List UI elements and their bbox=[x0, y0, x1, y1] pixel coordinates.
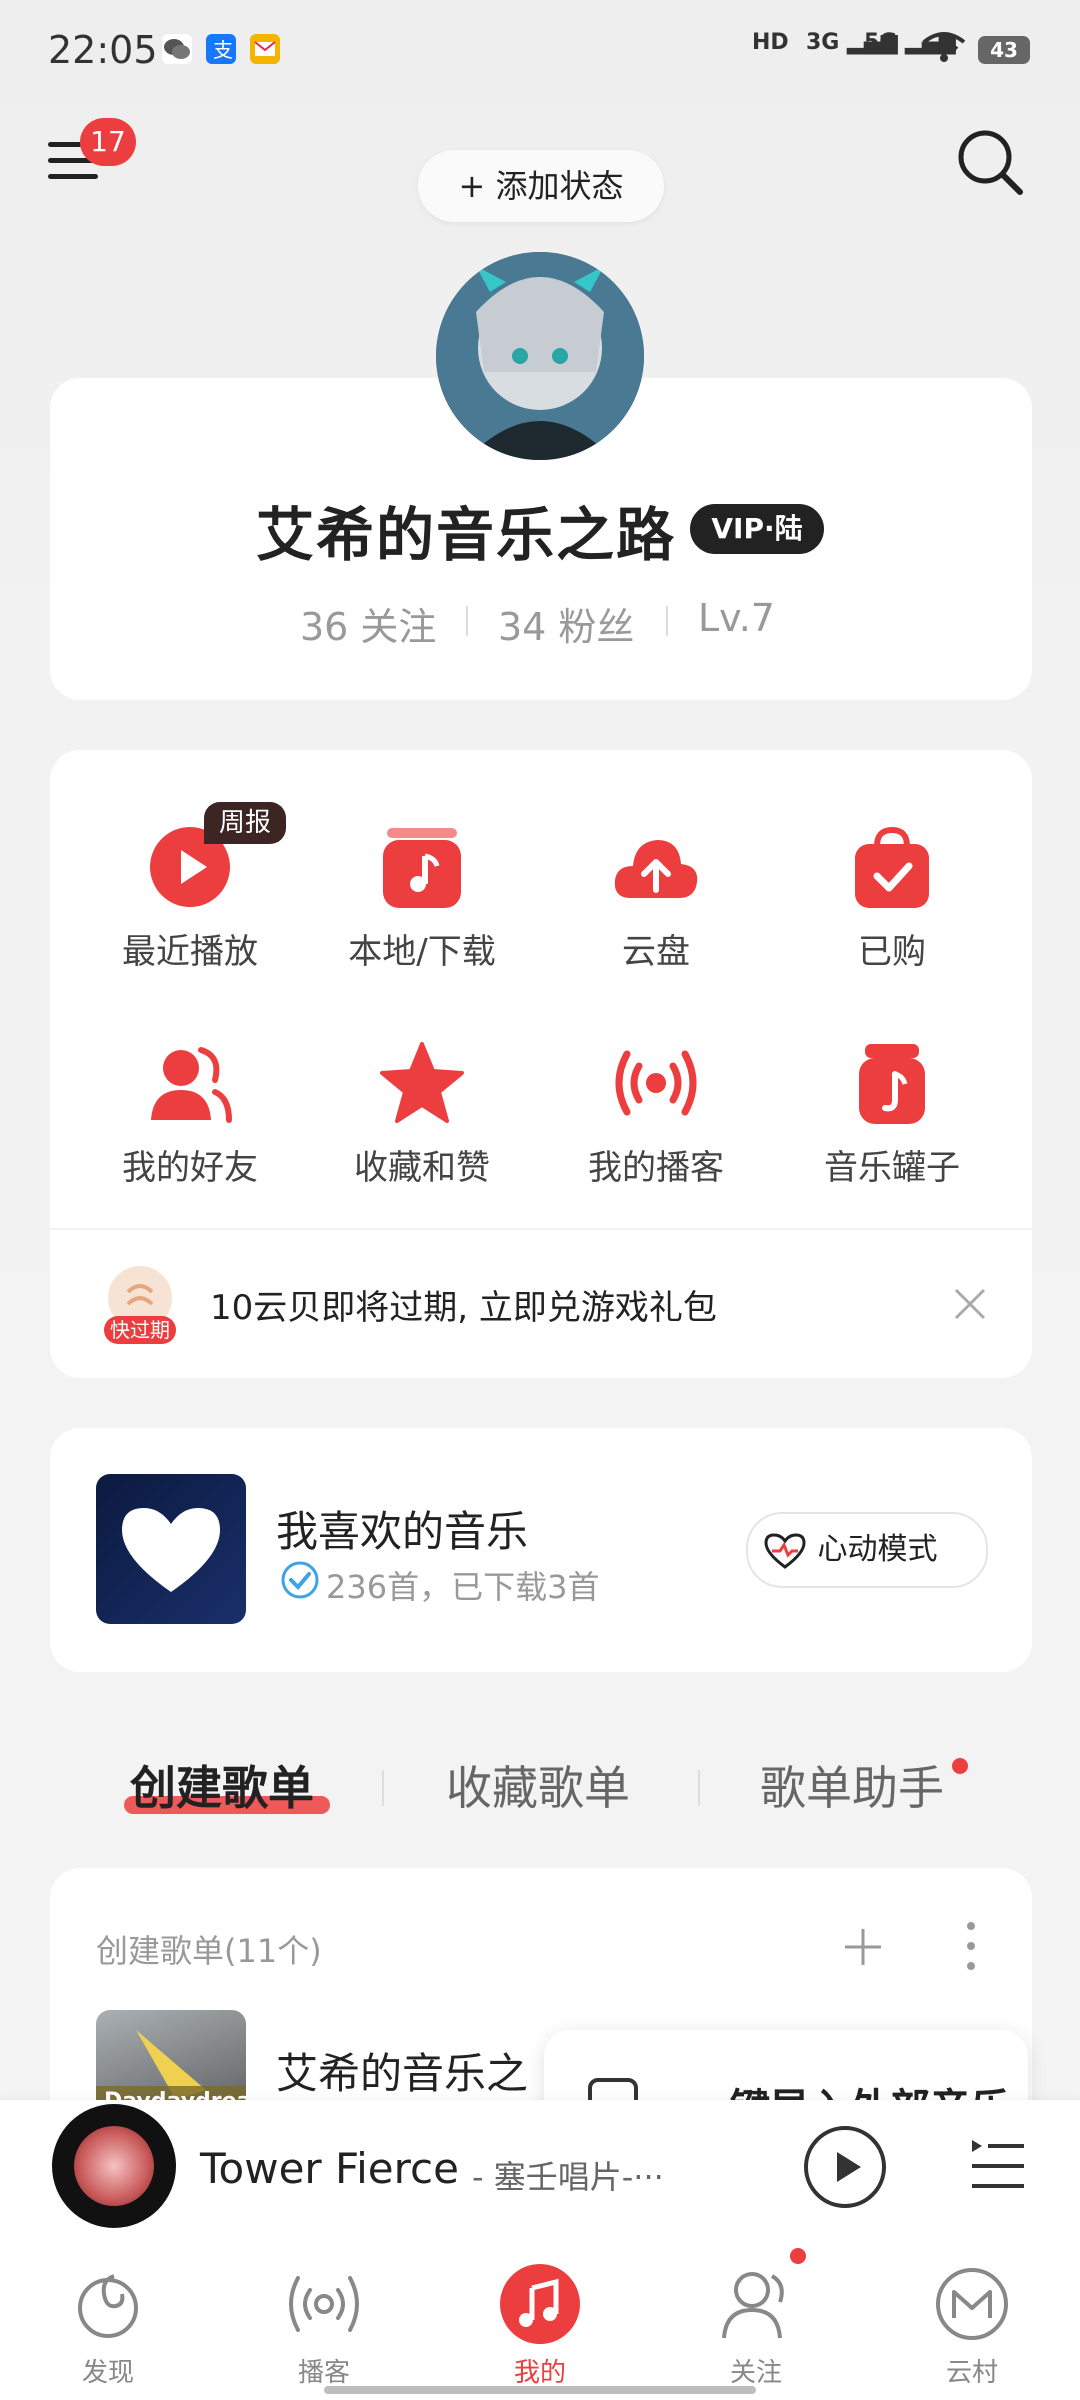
close-icon[interactable] bbox=[950, 1284, 990, 1324]
follow-icon bbox=[714, 2262, 798, 2346]
tab-collected-playlists[interactable]: 收藏歌单 bbox=[446, 1752, 630, 1818]
divider bbox=[466, 606, 468, 636]
home-indicator bbox=[324, 2386, 756, 2394]
nav-follow-label: 关注 bbox=[729, 2358, 782, 2388]
red-dot-badge bbox=[790, 2248, 806, 2264]
search-icon[interactable] bbox=[950, 122, 1030, 202]
nav-cloud-village-label: 云村 bbox=[945, 2358, 998, 2388]
music-note-icon bbox=[377, 822, 467, 912]
more-options-icon[interactable] bbox=[956, 1918, 986, 1974]
playlist-section-title: 创建歌单(11个) bbox=[96, 1932, 322, 1970]
coin-expire-icon: 快过期 bbox=[98, 1262, 182, 1346]
weekly-report-badge: 周报 bbox=[204, 802, 286, 844]
favorites-label: 收藏和赞 bbox=[354, 1148, 490, 1188]
downloaded-check-icon bbox=[280, 1560, 320, 1600]
popup-arrow bbox=[946, 2002, 990, 2032]
nav-podcast[interactable]: 播客 bbox=[264, 2262, 384, 2389]
play-icon bbox=[837, 2152, 861, 2182]
heart-icon bbox=[122, 1508, 220, 1592]
nav-cloud-village[interactable]: 云村 bbox=[912, 2262, 1032, 2389]
music-jar-item[interactable]: 音乐罐子 bbox=[782, 1038, 1002, 1189]
podcast-icon bbox=[611, 1038, 701, 1128]
following-count[interactable]: 36 关注 bbox=[300, 596, 436, 651]
username[interactable]: 艾希的音乐之路 bbox=[256, 488, 676, 572]
divider bbox=[698, 1770, 700, 1806]
nav-discover-label: 发现 bbox=[81, 2358, 134, 2388]
play-button[interactable] bbox=[804, 2126, 886, 2208]
nav-podcast-label: 播客 bbox=[297, 2358, 350, 2388]
liked-music-subtitle: 236首，已下载3首 bbox=[326, 1568, 600, 1606]
discover-icon bbox=[66, 2262, 150, 2346]
wifi-icon bbox=[922, 30, 966, 70]
alipay-icon: 支 bbox=[206, 34, 236, 64]
tab-playlist-assistant[interactable]: 歌单助手 bbox=[760, 1752, 944, 1818]
notification-badge: 17 bbox=[80, 118, 136, 166]
add-status-button[interactable]: + 添加状态 bbox=[418, 150, 664, 222]
music-jar-label: 音乐罐子 bbox=[824, 1148, 960, 1188]
my-podcast-item[interactable]: 我的播客 bbox=[546, 1038, 766, 1189]
now-playing-title[interactable]: Tower Fierce bbox=[200, 2144, 459, 2193]
cloud-upload-icon bbox=[611, 822, 701, 912]
hd-indicator: HD bbox=[752, 30, 789, 55]
avatar[interactable] bbox=[436, 252, 644, 460]
friends-item[interactable]: 我的好友 bbox=[80, 1038, 300, 1189]
now-playing-artist[interactable]: - 塞壬唱片-··· bbox=[472, 2152, 664, 2198]
friends-icon bbox=[145, 1038, 235, 1128]
shopping-bag-icon bbox=[847, 822, 937, 912]
my-podcast-label: 我的播客 bbox=[588, 1148, 724, 1188]
cloud-disk-label: 云盘 bbox=[622, 932, 690, 972]
podcast-icon bbox=[282, 2262, 366, 2346]
local-download-label: 本地/下载 bbox=[348, 932, 496, 972]
purchased-item[interactable]: 已购 bbox=[782, 822, 1002, 973]
favorites-item[interactable]: 收藏和赞 bbox=[312, 1038, 532, 1189]
liked-music-title: 我喜欢的音乐 bbox=[276, 1507, 529, 1556]
divider bbox=[666, 606, 668, 636]
playlist-queue-icon[interactable] bbox=[966, 2134, 1028, 2198]
expire-tag: 快过期 bbox=[110, 1318, 170, 1342]
add-playlist-icon[interactable] bbox=[842, 1926, 884, 1968]
status-time: 22:05 bbox=[48, 28, 158, 72]
cloud-village-icon bbox=[930, 2262, 1014, 2346]
nav-follow[interactable]: 关注 bbox=[696, 2262, 816, 2389]
tab-created-playlists[interactable]: 创建歌单 bbox=[130, 1752, 314, 1818]
followers-count[interactable]: 34 粉丝 bbox=[498, 596, 634, 651]
nav-mine-label: 我的 bbox=[513, 2358, 566, 2388]
album-art bbox=[74, 2126, 154, 2206]
heartbeat-mode-button[interactable]: 心动模式 bbox=[746, 1512, 988, 1588]
divider bbox=[50, 1228, 1032, 1230]
friends-label: 我的好友 bbox=[122, 1148, 258, 1188]
mail-icon bbox=[250, 34, 280, 64]
wechat-icon bbox=[162, 34, 192, 64]
music-note-icon bbox=[498, 2262, 582, 2346]
cloud-disk-item[interactable]: 云盘 bbox=[546, 822, 766, 973]
vip-badge[interactable]: VIP·陆 bbox=[690, 504, 824, 554]
level-badge[interactable]: Lv.7 bbox=[698, 596, 775, 640]
nav-discover[interactable]: 发现 bbox=[48, 2262, 168, 2389]
heartbeat-icon bbox=[748, 1515, 808, 1587]
battery-icon: 43 bbox=[978, 36, 1030, 64]
recent-play-item[interactable]: 最近播放 bbox=[80, 822, 300, 973]
heartbeat-label: 心动模式 bbox=[817, 1532, 938, 1567]
red-dot-badge bbox=[952, 1758, 968, 1774]
svg-text:支: 支 bbox=[213, 38, 233, 62]
nav-mine[interactable]: 我的 bbox=[480, 2262, 600, 2389]
divider bbox=[382, 1770, 384, 1806]
recent-play-label: 最近播放 bbox=[122, 932, 258, 972]
purchased-label: 已购 bbox=[858, 932, 926, 972]
music-jar-icon bbox=[847, 1038, 937, 1128]
liked-music-cover[interactable] bbox=[96, 1474, 246, 1624]
star-icon bbox=[377, 1038, 467, 1128]
playlist-title[interactable]: 艾希的音乐之 bbox=[276, 2040, 546, 2101]
coin-expire-notice[interactable]: 10云贝即将过期, 立即兑游戏礼包 bbox=[210, 1280, 717, 1329]
local-download-item[interactable]: 本地/下载 bbox=[312, 822, 532, 973]
